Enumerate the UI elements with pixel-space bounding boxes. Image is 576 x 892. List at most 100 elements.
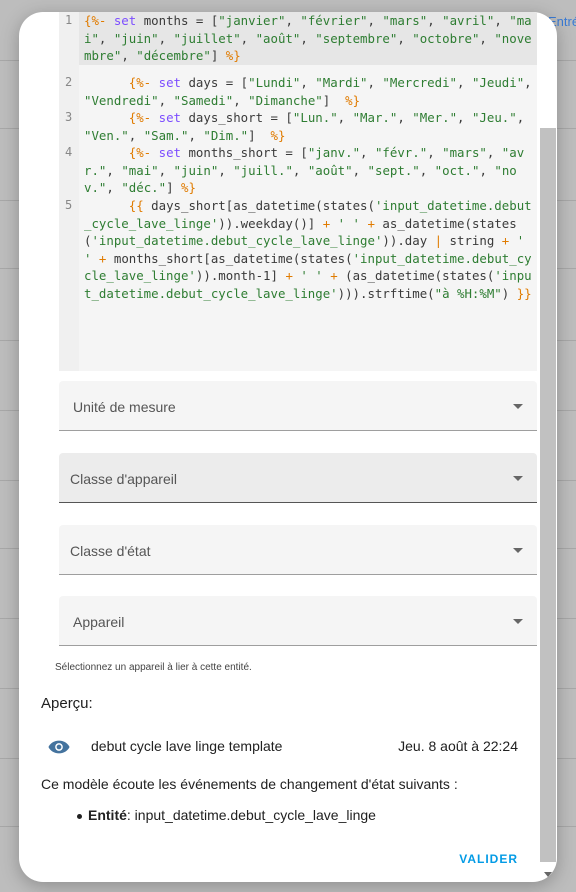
code-token: , [457, 110, 472, 125]
code-token: "déc." [121, 180, 167, 195]
scrollbar-thumb[interactable] [540, 128, 556, 862]
code-token: ] [210, 48, 226, 63]
code-token: "mars" [442, 145, 487, 160]
code-token: ' ' [337, 215, 361, 231]
code-token: {{ [84, 198, 152, 213]
code-token: "décembre" [136, 48, 211, 63]
code-token: "Lundi" [248, 75, 301, 90]
code-token: , [516, 110, 532, 125]
code-line: {{ days_short[as_datetime(states('input_… [84, 197, 534, 302]
code-line: {%- set days = ["Lundi", "Mardi", "Mercr… [84, 74, 534, 109]
code-token: + [91, 250, 114, 266]
code-token: , [106, 162, 122, 178]
state-class-select[interactable]: Classe d'état [59, 525, 537, 575]
code-token: "Mer." [412, 110, 458, 125]
code-token: "Mar." [352, 110, 398, 125]
code-token: "oct." [434, 162, 480, 178]
listener-value: : input_datetime.debut_cycle_lave_linge [126, 807, 376, 823]
code-line: {%- set days_short = ["Lun.", "Mar.", "M… [84, 109, 534, 144]
code-token: , [367, 13, 383, 28]
code-token: ) [501, 285, 517, 301]
code-token: ))).strftime( [337, 285, 435, 301]
code-line: {%- set months_short = ["janv.", "févr."… [84, 144, 534, 197]
code-token: days_short[as_datetime(states( [151, 198, 375, 213]
code-token: , [240, 30, 256, 46]
code-token: (as_datetime(states( [345, 268, 495, 283]
device-class-select[interactable]: Classe d'appareil [59, 453, 537, 503]
code-token: %} [181, 180, 196, 195]
code-token: "septembre" [315, 30, 398, 46]
code-token: "Sam." [143, 127, 189, 143]
code-token: {%- [84, 110, 159, 125]
listener-label: Entité [88, 807, 127, 823]
code-token: , [479, 162, 495, 178]
code-token: , [457, 75, 472, 90]
code-token: , [352, 162, 368, 178]
code-token: , [98, 30, 114, 46]
code-token: "juill." [233, 162, 293, 178]
code-token: , [188, 127, 204, 143]
submit-button[interactable]: VALIDER [459, 852, 518, 866]
scroll-down-icon[interactable] [544, 872, 552, 877]
code-token: "avril" [442, 13, 495, 28]
code-token: "Mardi" [315, 75, 368, 90]
code-token: , [292, 162, 308, 178]
device-class-label: Classe d'appareil [70, 471, 177, 487]
code-token: , [427, 145, 443, 160]
code-token: , [300, 30, 316, 46]
template-code-editor[interactable]: 1 {%- set months = ["janvier", "février"… [59, 12, 537, 371]
line-number: 3 [65, 110, 73, 124]
code-token: days = [ [181, 75, 249, 90]
code-line: {%- set months = ["janvier", "février", … [84, 12, 534, 65]
code-token: , [419, 162, 435, 178]
code-token: set [113, 13, 137, 28]
code-token: %} [270, 127, 286, 143]
code-token: %} [345, 92, 361, 108]
code-token: set [158, 75, 181, 90]
code-token: {%- [84, 145, 159, 160]
device-select[interactable]: Appareil [59, 596, 537, 646]
entity-settings-dialog: 1 {%- set months = ["janvier", "février"… [19, 12, 557, 882]
code-token: , [367, 75, 383, 90]
code-token: "févr." [374, 145, 428, 160]
code-token: + [360, 215, 383, 231]
code-token: "mai" [121, 162, 159, 178]
code-token: )).day [382, 233, 435, 248]
eye-icon [48, 740, 70, 754]
code-token: ] [248, 127, 271, 143]
code-token: months_short = [ [181, 145, 308, 160]
code-token: "octobre" [412, 30, 480, 46]
code-token: )).month-1] [195, 268, 286, 283]
code-token: )).weekday()] [218, 215, 323, 231]
code-token: , [479, 30, 495, 46]
code-token: , [427, 13, 443, 28]
code-token: "juin" [113, 30, 159, 46]
code-token: , [158, 162, 174, 178]
code-token: set [158, 110, 181, 125]
unit-of-measurement-select[interactable]: Unité de mesure [59, 381, 537, 431]
dropdown-arrow-icon [513, 548, 523, 553]
code-token: "Samedi" [173, 92, 234, 108]
preview-entity-name[interactable]: debut cycle lave linge template [91, 738, 282, 754]
code-token: days_short = [ [181, 110, 293, 125]
code-token: "Jeu." [471, 110, 517, 125]
code-token: , [285, 13, 301, 28]
preview-entity-state: Jeu. 8 août à 22:24 [398, 738, 518, 754]
code-token: "sept." [367, 162, 420, 178]
code-token: + [501, 233, 517, 248]
line-number: 2 [65, 75, 73, 89]
code-token: , [494, 13, 510, 28]
code-token: "à %H:%M" [434, 285, 502, 301]
code-token: "Lun." [292, 110, 338, 125]
code-token: ' ' [300, 268, 323, 283]
code-token: , [397, 30, 413, 46]
code-token: "Mercredi" [382, 75, 458, 90]
code-token: "juin" [173, 162, 219, 178]
dropdown-arrow-icon [513, 404, 523, 409]
preview-title: Aperçu: [41, 695, 93, 712]
code-token: {%- [84, 75, 159, 90]
code-token: + [285, 268, 301, 283]
code-token: , [360, 145, 375, 160]
code-token: "Ven." [84, 127, 129, 143]
device-label: Appareil [73, 614, 125, 630]
